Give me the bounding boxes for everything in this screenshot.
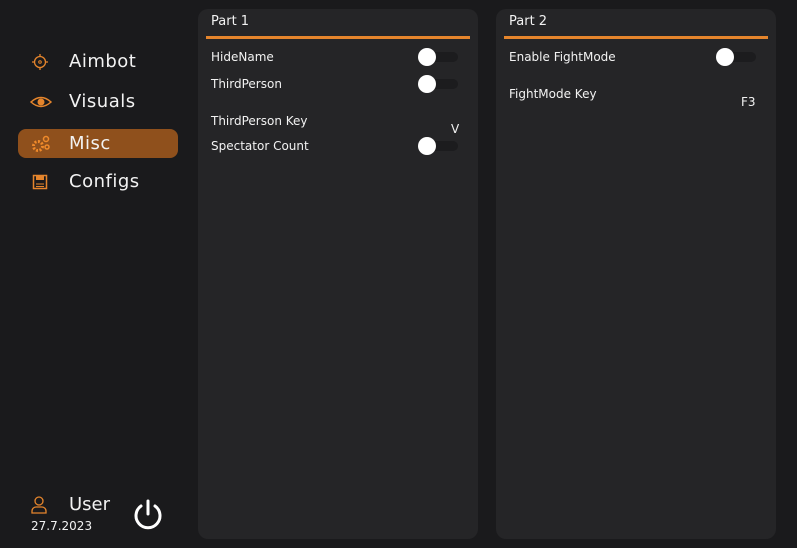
gears-icon [32,135,50,152]
sidebar-item-misc[interactable]: Misc [18,129,178,158]
panel-part-1: Part 1 HideName ThirdPerson ThirdPerson … [198,9,478,539]
user-name: User [69,494,111,515]
fightmode-key-label: FightMode Key [509,87,597,101]
panel-title: Part 1 [211,14,250,29]
fightmode-keybind[interactable]: F3 [741,95,756,109]
fightmode-toggle[interactable] [716,48,756,66]
fightmode-label: Enable FightMode [509,50,616,64]
sidebar-item-aimbot[interactable]: Aimbot [18,47,178,76]
spectator-count-toggle[interactable] [418,137,458,155]
sidebar-item-label: Aimbot [69,51,137,72]
date: 27.7.2023 [31,519,93,533]
accent-divider [206,36,470,39]
sidebar-item-visuals[interactable]: Visuals [18,87,178,116]
accent-divider [504,36,768,39]
sidebar-item-label: Visuals [69,91,136,112]
third-person-toggle[interactable] [418,75,458,93]
third-person-label: ThirdPerson [211,77,282,91]
eye-icon [30,96,52,108]
power-icon[interactable] [132,498,164,530]
hide-name-toggle[interactable] [418,48,458,66]
sidebar-item-configs[interactable]: Configs [18,167,178,196]
spectator-count-label: Spectator Count [211,139,309,153]
crosshair-icon [32,54,48,70]
third-person-keybind[interactable]: V [451,122,459,136]
user-icon [31,496,47,514]
sidebar-item-label: Configs [69,171,140,192]
save-icon [32,174,48,190]
panel-title: Part 2 [509,14,548,29]
sidebar-item-label: Misc [69,133,111,154]
third-person-key-label: ThirdPerson Key [211,114,308,128]
hide-name-label: HideName [211,50,274,64]
panel-part-2: Part 2 Enable FightMode FightMode Key F3 [496,9,776,539]
